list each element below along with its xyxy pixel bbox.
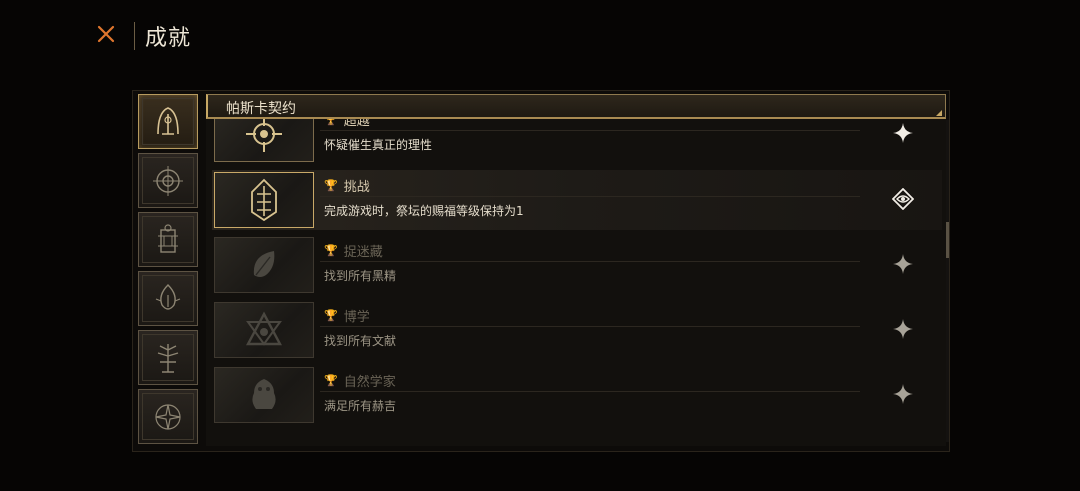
- trophy-icon: 🏆: [324, 374, 338, 387]
- scrollbar-thumb[interactable]: [946, 222, 949, 258]
- achievement-name: 🏆 捉迷藏: [324, 244, 383, 260]
- top-bar: 成就: [0, 0, 1080, 70]
- eye-sigil-icon: [892, 188, 914, 210]
- sidebar-tab-arch[interactable]: [138, 94, 198, 149]
- sidebar-tab-scroll[interactable]: [138, 212, 198, 267]
- rune-emblem-icon: [251, 178, 277, 222]
- achievement-emblem: [214, 172, 314, 228]
- sidebar-tab-compass[interactable]: [138, 153, 198, 208]
- triangle-eye-emblem-icon: [246, 311, 282, 346]
- sparkle-icon: [893, 384, 913, 404]
- row-divider: [320, 391, 860, 392]
- trophy-icon: 🏆: [324, 179, 338, 192]
- row-divider: [320, 261, 860, 262]
- achievement-name: 🏆 博学: [324, 309, 370, 325]
- achievement-emblem: [214, 302, 314, 358]
- achievement-name: 🏆 自然学家: [324, 374, 396, 390]
- trophy-icon: 🏆: [324, 309, 338, 322]
- sidebar-tab-star[interactable]: [138, 389, 198, 444]
- list-header-title: 帕斯卡契约: [226, 101, 296, 117]
- status-indicator: [892, 318, 914, 340]
- tree-sigil-icon: [157, 343, 179, 373]
- arch-sigil-icon: [157, 106, 179, 135]
- achievement-description: 找到所有文献: [324, 334, 397, 348]
- achievement-name: 🏆 挑战: [324, 179, 370, 195]
- sidebar-tab-tree[interactable]: [138, 330, 198, 385]
- achievement-row[interactable]: 🏆 捉迷藏 找到所有黑精: [212, 235, 942, 295]
- sidebar-tab-flame[interactable]: [138, 271, 198, 326]
- achievement-row[interactable]: 🏆 自然学家 满足所有赫吉: [212, 365, 942, 425]
- sparkle-icon: [893, 254, 913, 274]
- status-indicator: [892, 188, 914, 210]
- row-divider: [320, 326, 860, 327]
- achievement-description: 怀疑催生真正的理性: [324, 138, 433, 152]
- close-x-icon: [97, 25, 115, 43]
- achievement-emblem: [214, 367, 314, 423]
- close-button[interactable]: [92, 20, 120, 48]
- flame-sigil-icon: [155, 283, 181, 310]
- sparkle-icon: [893, 319, 913, 339]
- scroll-sigil-icon: [158, 223, 178, 253]
- list-header: 帕斯卡契约: [206, 94, 946, 119]
- leaf-emblem-icon: [253, 251, 275, 277]
- status-indicator: [892, 122, 914, 144]
- star-sigil-icon: [155, 403, 181, 430]
- achievement-row[interactable]: 🏆 挑战 完成游戏时，祭坛的赐福等级保持为1: [212, 170, 942, 230]
- compass-emblem-icon: [246, 116, 282, 152]
- scrollbar-track[interactable]: [946, 120, 949, 442]
- sparkle-icon: [893, 123, 913, 143]
- creature-emblem-icon: [252, 379, 276, 409]
- page-title: 成就: [145, 26, 192, 51]
- achievement-description: 满足所有赫吉: [324, 399, 397, 413]
- achievement-emblem: [214, 237, 314, 293]
- header-corner-ornament: [936, 110, 942, 116]
- row-divider: [320, 130, 860, 131]
- status-indicator: [892, 383, 914, 405]
- achievement-description: 完成游戏时，祭坛的赐福等级保持为1: [324, 204, 524, 218]
- status-indicator: [892, 253, 914, 275]
- compass-sigil-icon: [153, 165, 183, 196]
- trophy-icon: 🏆: [324, 244, 338, 257]
- achievement-row[interactable]: 🏆 博学 找到所有文献: [212, 300, 942, 360]
- achievement-list: 帕斯卡契约 🏆 超越 怀疑催生真正的理性 🏆 挑战 完成游戏时，祭坛的赐福等级保…: [206, 94, 946, 446]
- achievement-description: 找到所有黑精: [324, 269, 397, 283]
- title-divider: [134, 22, 135, 50]
- category-sidebar: [136, 94, 200, 450]
- row-divider: [320, 196, 860, 197]
